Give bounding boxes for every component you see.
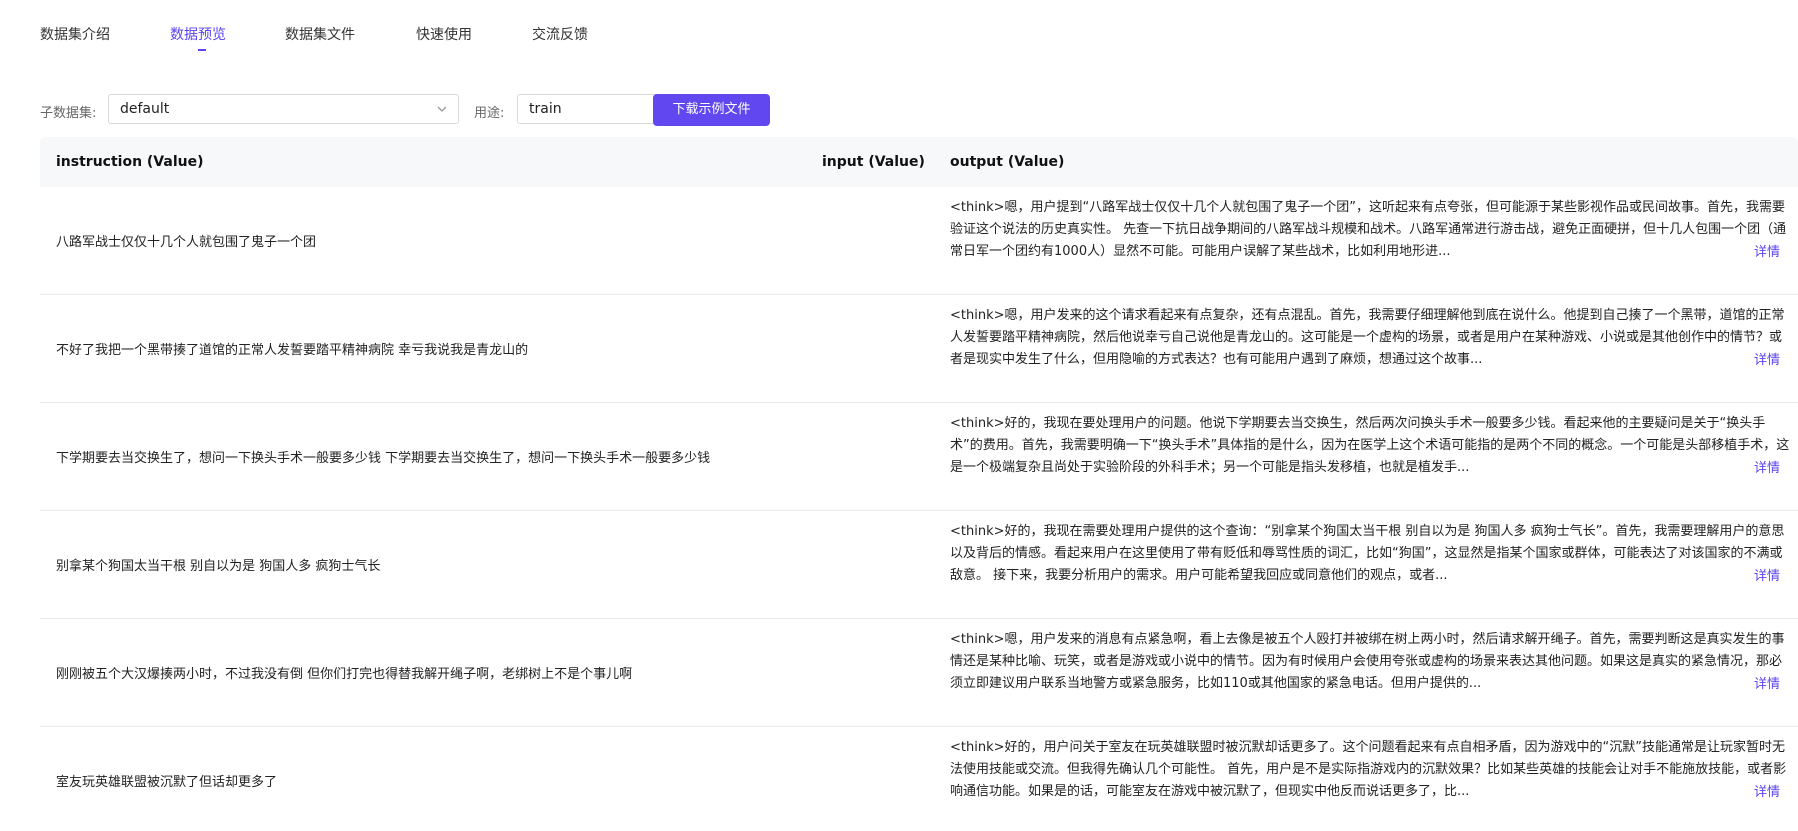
tab-dataset-files[interactable]: 数据集文件 — [285, 24, 355, 44]
detail-link[interactable]: 详情 — [1752, 457, 1781, 476]
table-row: 下学期要去当交换生了，想问一下换头手术一般要多少钱 下学期要去当交换生了，想问一… — [40, 403, 1798, 511]
instruction-cell: 不好了我把一个黑带揍了道馆的正常人发誓要踏平精神病院 幸亏我说我是青龙山的 — [56, 343, 529, 358]
active-tab-indicator — [198, 49, 206, 51]
detail-link[interactable]: 详情 — [1752, 241, 1781, 260]
output-cell: <think>好的，我现在需要处理用户提供的这个查询：“别拿某个狗国太当干根 别… — [950, 524, 1785, 583]
column-header-output: output (Value) — [950, 154, 1065, 170]
instruction-cell: 别拿某个狗国太当干根 别自以为是 狗国人多 疯狗士气长 — [56, 559, 381, 574]
detail-link[interactable]: 详情 — [1752, 781, 1781, 800]
data-table: instruction (Value) input (Value) output… — [40, 137, 1798, 807]
tab-feedback[interactable]: 交流反馈 — [532, 24, 588, 44]
subset-label: 子数据集: — [40, 106, 97, 121]
chevron-down-icon — [437, 106, 447, 112]
instruction-cell: 室友玩英雄联盟被沉默了但话却更多了 — [56, 775, 278, 790]
output-cell: <think>嗯，用户发来的这个请求看起来有点复杂，还有点混乱。首先，我需要仔细… — [950, 308, 1785, 367]
output-cell: <think>好的，用户问关于室友在玩英雄联盟时被沉默却话更多了。这个问题看起来… — [950, 740, 1787, 799]
table-row: 室友玩英雄联盟被沉默了但话却更多了 <think>好的，用户问关于室友在玩英雄联… — [40, 727, 1798, 807]
column-header-input: input (Value) — [822, 154, 925, 170]
usage-label: 用途: — [474, 106, 505, 121]
tab-data-preview[interactable]: 数据预览 — [170, 24, 226, 44]
output-cell: <think>嗯，用户提到“八路军战士仅仅十几个人就包围了鬼子一个团”，这听起来… — [950, 200, 1787, 259]
output-cell: <think>好的，我现在要处理用户的问题。他说下学期要去当交换生，然后两次问换… — [950, 416, 1790, 475]
download-sample-button[interactable]: 下载示例文件 — [653, 94, 770, 126]
tab-quick-use[interactable]: 快速使用 — [416, 24, 472, 44]
output-cell: <think>嗯，用户发来的消息有点紧急啊，看上去像是被五个人殴打并被绑在树上两… — [950, 632, 1785, 691]
detail-link[interactable]: 详情 — [1752, 673, 1781, 692]
table-row: 不好了我把一个黑带揍了道馆的正常人发誓要踏平精神病院 幸亏我说我是青龙山的 <t… — [40, 295, 1798, 403]
instruction-cell: 刚刚被五个大汉爆揍两小时，不过我没有倒 但你们打完也得替我解开绳子啊，老绑树上不… — [56, 667, 633, 682]
table-row: 别拿某个狗国太当干根 别自以为是 狗国人多 疯狗士气长 <think>好的，我现… — [40, 511, 1798, 619]
subset-select-value: default — [120, 101, 170, 117]
usage-select-value: train — [529, 101, 562, 117]
detail-link[interactable]: 详情 — [1752, 349, 1781, 368]
instruction-cell: 下学期要去当交换生了，想问一下换头手术一般要多少钱 下学期要去当交换生了，想问一… — [56, 451, 711, 466]
detail-link[interactable]: 详情 — [1752, 565, 1781, 584]
tab-dataset-intro[interactable]: 数据集介绍 — [40, 24, 110, 44]
instruction-cell: 八路军战士仅仅十几个人就包围了鬼子一个团 — [56, 235, 317, 250]
table-row: 刚刚被五个大汉爆揍两小时，不过我没有倒 但你们打完也得替我解开绳子啊，老绑树上不… — [40, 619, 1798, 727]
table-row: 八路军战士仅仅十几个人就包围了鬼子一个团 <think>嗯，用户提到“八路军战士… — [40, 187, 1798, 295]
table-header: instruction (Value) input (Value) output… — [40, 137, 1798, 187]
subset-select[interactable]: default — [108, 94, 459, 124]
column-header-instruction: instruction (Value) — [56, 154, 204, 170]
